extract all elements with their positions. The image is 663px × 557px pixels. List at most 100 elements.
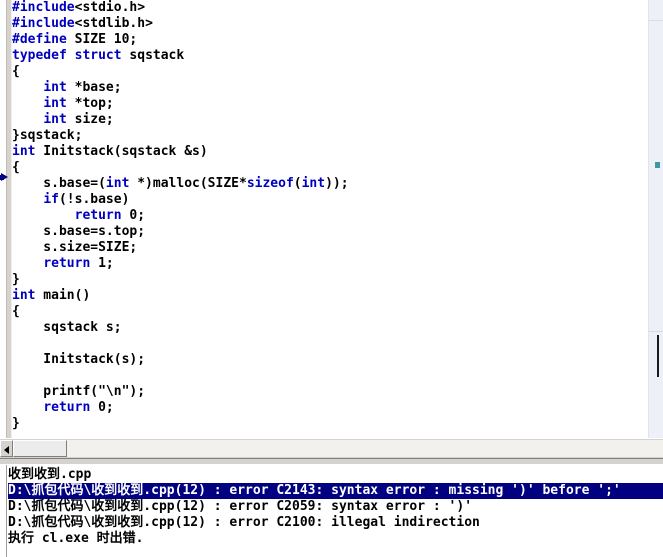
code-line[interactable]: { bbox=[12, 160, 642, 176]
output-line-selected[interactable]: D:\抓包代码\收到收到.cpp(12) : error C2143: synt… bbox=[8, 483, 663, 499]
hscrollbar-track[interactable] bbox=[13, 440, 663, 457]
code-token: s.size=SIZE; bbox=[12, 240, 138, 255]
code-line[interactable]: if(!s.base) bbox=[12, 192, 642, 208]
pane-splitter[interactable] bbox=[0, 458, 663, 465]
code-line[interactable]: s.base=(int *)malloc(SIZE*sizeof(int)); bbox=[12, 176, 642, 192]
code-line[interactable]: int size; bbox=[12, 112, 642, 128]
code-token: { bbox=[12, 160, 20, 175]
code-line[interactable]: return 0; bbox=[12, 400, 642, 416]
code-token: <stdlib.h> bbox=[74, 16, 153, 31]
code-token: *)malloc(SIZE* bbox=[129, 176, 247, 191]
code-token: s.base=( bbox=[12, 176, 106, 191]
code-line[interactable]: Initstack(s); bbox=[12, 352, 642, 368]
bookmark-marker-icon bbox=[655, 162, 660, 168]
code-token: #define bbox=[12, 32, 67, 47]
code-token: (!s.base) bbox=[58, 192, 130, 207]
code-token: struct bbox=[74, 48, 122, 63]
code-text-area[interactable]: #include<stdio.h> #include<stdlib.h> #defi… bbox=[12, 0, 642, 438]
code-line[interactable]: return 1; bbox=[12, 256, 642, 272]
chevron-left-icon bbox=[4, 446, 9, 454]
code-token: 0; bbox=[90, 400, 114, 415]
output-line[interactable]: 收到收到.cpp bbox=[8, 467, 663, 483]
code-token: }sqstack; bbox=[12, 128, 83, 143]
code-line[interactable]: } bbox=[12, 272, 642, 288]
code-token: return bbox=[43, 256, 91, 271]
code-token: size; bbox=[66, 112, 114, 127]
code-line[interactable]: #include<stdio.h> bbox=[12, 0, 642, 16]
code-token: int bbox=[12, 144, 36, 159]
code-line[interactable]: { bbox=[12, 64, 642, 80]
code-token: sizeof bbox=[246, 176, 294, 191]
code-token: int bbox=[105, 176, 130, 191]
code-token: typedef bbox=[12, 48, 67, 63]
code-token: <stdio.h> bbox=[74, 0, 146, 15]
code-token: sqstack s; bbox=[12, 320, 122, 335]
code-token: int bbox=[301, 176, 326, 191]
code-line[interactable]: { bbox=[12, 304, 642, 320]
code-line[interactable]: #include<stdlib.h> bbox=[12, 16, 642, 32]
output-text-area[interactable]: 收到收到.cpp D:\抓包代码\收到收到.cpp(12) : error C21… bbox=[8, 467, 663, 557]
build-output-pane[interactable]: 收到收到.cpp D:\抓包代码\收到收到.cpp(12) : error C21… bbox=[0, 465, 663, 557]
execution-arrow-icon[interactable] bbox=[1, 173, 8, 181]
code-token: #include bbox=[12, 16, 75, 31]
code-token: } bbox=[12, 272, 20, 287]
code-token: 1; bbox=[90, 256, 114, 271]
code-token: *base; bbox=[66, 80, 122, 95]
code-token: } bbox=[12, 416, 20, 431]
output-line[interactable]: 执行 cl.exe 时出错. bbox=[8, 531, 663, 547]
code-line[interactable]: s.base=s.top; bbox=[12, 224, 642, 240]
code-token: int bbox=[43, 80, 67, 95]
vc6-ide-window: #include<stdio.h> #include<stdlib.h> #defi… bbox=[0, 0, 663, 557]
code-line[interactable]: sqstack s; bbox=[12, 320, 642, 336]
code-token: main() bbox=[35, 288, 91, 303]
code-token: SIZE 10; bbox=[66, 32, 138, 47]
code-token: return bbox=[74, 208, 122, 223]
code-token: #include bbox=[12, 0, 75, 15]
hscrollbar-left-button[interactable] bbox=[0, 440, 13, 457]
code-line[interactable]: return 0; bbox=[12, 208, 642, 224]
code-token: if bbox=[43, 192, 59, 207]
code-token: Initstack(s); bbox=[12, 352, 146, 367]
code-token: return bbox=[43, 400, 91, 415]
code-token: ( bbox=[293, 176, 302, 191]
code-editor-pane[interactable]: #include<stdio.h> #include<stdlib.h> #defi… bbox=[0, 0, 663, 438]
code-line[interactable]: }sqstack; bbox=[12, 128, 642, 144]
editor-horizontal-scrollbar[interactable] bbox=[0, 438, 663, 458]
right-strip-top-rule bbox=[649, 20, 663, 21]
code-token: s.base=s.top; bbox=[12, 224, 146, 239]
code-line[interactable]: int *top; bbox=[12, 96, 642, 112]
right-strip-rule bbox=[649, 331, 663, 332]
editor-right-strip bbox=[649, 0, 663, 438]
vertical-scroll-thumb[interactable] bbox=[657, 335, 659, 377]
hscrollbar-thumb[interactable] bbox=[13, 440, 67, 457]
code-token: )); bbox=[325, 176, 349, 191]
code-line[interactable]: int main() bbox=[12, 288, 642, 304]
code-line[interactable]: int *base; bbox=[12, 80, 642, 96]
code-token: 0; bbox=[121, 208, 146, 223]
code-line[interactable]: #define SIZE 10; bbox=[12, 32, 642, 48]
code-token: sqstack bbox=[121, 48, 185, 63]
code-token: { bbox=[12, 64, 20, 79]
code-line[interactable]: int Initstack(sqstack &s) bbox=[12, 144, 642, 160]
output-gutter bbox=[0, 465, 7, 557]
code-line[interactable]: s.size=SIZE; bbox=[12, 240, 642, 256]
code-line[interactable] bbox=[12, 368, 642, 384]
code-token: printf("\n"); bbox=[12, 384, 146, 399]
output-line[interactable]: D:\抓包代码\收到收到.cpp(12) : error C2059: synt… bbox=[8, 499, 663, 515]
code-token: *top; bbox=[66, 96, 114, 111]
code-token: int bbox=[12, 288, 36, 303]
code-line[interactable] bbox=[12, 336, 642, 352]
code-token: int bbox=[43, 112, 67, 127]
code-token: { bbox=[12, 304, 20, 319]
code-line[interactable]: printf("\n"); bbox=[12, 384, 642, 400]
code-line[interactable]: } bbox=[12, 416, 642, 432]
output-line[interactable]: D:\抓包代码\收到收到.cpp(12) : error C2100: ille… bbox=[8, 515, 663, 531]
code-line[interactable]: typedef struct sqstack bbox=[12, 48, 642, 64]
